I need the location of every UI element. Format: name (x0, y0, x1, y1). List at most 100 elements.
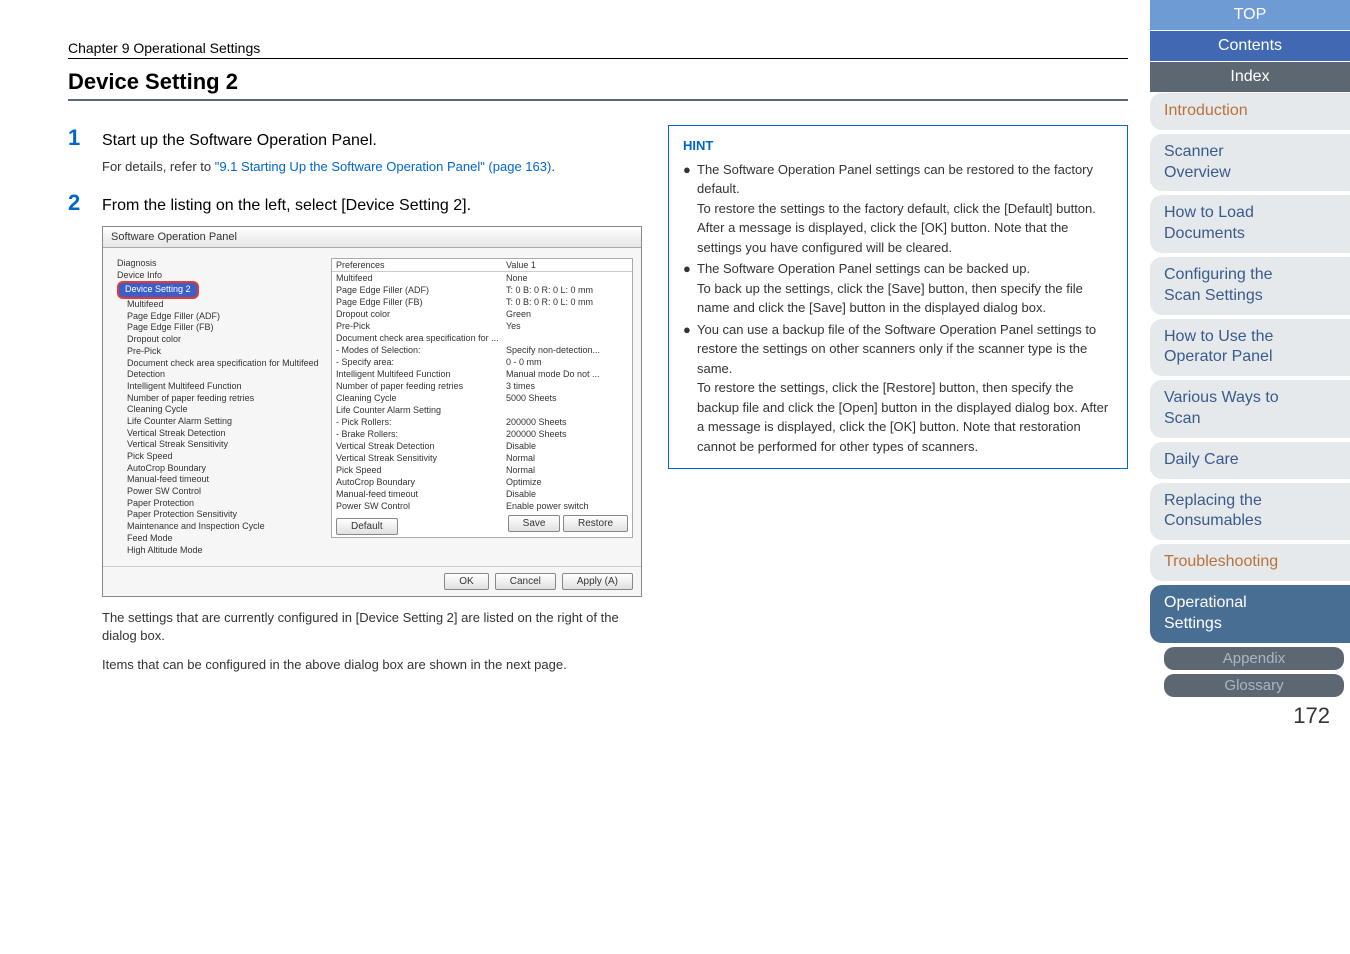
prefs-value: Normal (506, 465, 628, 475)
tree-item: Life Counter Alarm Setting (111, 416, 323, 428)
prefs-value: 5000 Sheets (506, 393, 628, 403)
page-number: 172 (1150, 703, 1350, 729)
prefs-row: MultifeedNone (332, 272, 632, 284)
ok-button[interactable]: OK (444, 573, 488, 590)
reference-link[interactable]: "9.1 Starting Up the Software Operation … (215, 159, 552, 174)
step-1-sub-suffix: . (551, 159, 555, 174)
prefs-value: Green (506, 309, 628, 319)
nav-appendix[interactable]: Appendix (1164, 647, 1344, 670)
prefs-name: Document check area specification for ..… (336, 333, 506, 343)
prefs-name: Vertical Streak Detection (336, 441, 506, 451)
tree-item-highlighted: Device Setting 2 (111, 281, 323, 299)
prefs-value: T: 0 B: 0 R: 0 L: 0 mm (506, 285, 628, 295)
tree-item: Paper Protection Sensitivity (111, 509, 323, 521)
hint-label: HINT (683, 136, 1113, 156)
prefs-value: Disable (506, 441, 628, 451)
prefs-row: Cleaning Cycle5000 Sheets (332, 392, 632, 404)
prefs-value: Disable (506, 489, 628, 499)
cancel-button[interactable]: Cancel (495, 573, 556, 590)
tree-item: Multifeed (111, 299, 323, 311)
step-text: Start up the Software Operation Panel. (102, 132, 377, 150)
prefs-name: - Specify area: (336, 357, 506, 367)
prefs-name: - Modes of Selection: (336, 345, 506, 355)
prefs-value (506, 405, 628, 415)
prefs-name: AutoCrop Boundary (336, 477, 506, 487)
dialog-screenshot: Software Operation Panel Diagnosis Devic… (102, 226, 642, 597)
nav-top[interactable]: TOP (1150, 0, 1350, 30)
nav-load-documents[interactable]: How to LoadDocuments (1150, 195, 1350, 253)
prefs-name: - Pick Rollers: (336, 417, 506, 427)
prefs-value (506, 333, 628, 343)
preferences-table: Preferences Value 1 MultifeedNonePage Ed… (331, 258, 633, 538)
prefs-name: Page Edge Filler (ADF) (336, 285, 506, 295)
step-1-sub-prefix: For details, refer to (102, 159, 215, 174)
prefs-row: Vertical Streak SensitivityNormal (332, 452, 632, 464)
divider-thick (68, 99, 1128, 101)
prefs-value: Normal (506, 453, 628, 463)
nav-introduction[interactable]: Introduction (1150, 93, 1350, 130)
prefs-value: Enable power switch (506, 501, 628, 511)
prefs-name: Number of paper feeding retries (336, 381, 506, 391)
prefs-name: Intelligent Multifeed Function (336, 369, 506, 379)
hint-text: The Software Operation Panel settings ca… (697, 259, 1113, 318)
nav-contents[interactable]: Contents (1150, 31, 1350, 61)
hint-text: You can use a backup file of the Softwar… (697, 320, 1113, 457)
tree-item: Cleaning Cycle (111, 404, 323, 416)
prefs-value: Manual mode Do not ... (506, 369, 628, 379)
nav-daily-care[interactable]: Daily Care (1150, 442, 1350, 479)
prefs-row: - Modes of Selection:Specify non-detecti… (332, 344, 632, 356)
prefs-row: Number of paper feeding retries3 times (332, 380, 632, 392)
step-text: From the listing on the left, select [De… (102, 197, 471, 215)
tree-highlight: Device Setting 2 (117, 281, 199, 299)
nav-replacing-consumables[interactable]: Replacing theConsumables (1150, 483, 1350, 541)
settings-tree: Diagnosis Device Info Device Setting 2 M… (111, 258, 331, 556)
nav-operator-panel[interactable]: How to Use theOperator Panel (1150, 319, 1350, 377)
nav-troubleshooting[interactable]: Troubleshooting (1150, 544, 1350, 581)
prefs-value: 200000 Sheets (506, 417, 628, 427)
prefs-row: AutoCrop BoundaryOptimize (332, 476, 632, 488)
prefs-value: None (506, 273, 628, 283)
post-note: Items that can be configured in the abov… (102, 656, 628, 674)
prefs-row: - Pick Rollers:200000 Sheets (332, 416, 632, 428)
prefs-row: Pre-PickYes (332, 320, 632, 332)
tree-item: Power SW Control (111, 486, 323, 498)
prefs-row: Dropout colorGreen (332, 308, 632, 320)
tree-item: AutoCrop Boundary (111, 463, 323, 475)
prefs-name: Cleaning Cycle (336, 393, 506, 403)
prefs-name: Pick Speed (336, 465, 506, 475)
default-button[interactable]: Default (336, 518, 398, 535)
post-note: The settings that are currently configur… (102, 609, 628, 645)
tree-item: Device Info (111, 270, 323, 282)
sidebar-nav: TOP Contents Index Introduction ScannerO… (1150, 0, 1350, 729)
prefs-name: - Brake Rollers: (336, 429, 506, 439)
save-button[interactable]: Save (508, 515, 561, 532)
tree-item: High Altitude Mode (111, 545, 323, 557)
nav-configuring-scan[interactable]: Configuring theScan Settings (1150, 257, 1350, 315)
prefs-value: 3 times (506, 381, 628, 391)
tree-item: Number of paper feeding retries (111, 393, 323, 405)
prefs-value: 200000 Sheets (506, 429, 628, 439)
restore-button[interactable]: Restore (563, 515, 628, 532)
prefs-row: Power SW ControlEnable power switch (332, 500, 632, 512)
prefs-name: Dropout color (336, 309, 506, 319)
apply-button[interactable]: Apply (A) (562, 573, 633, 590)
prefs-col-header: Value 1 (506, 260, 628, 270)
nav-ways-to-scan[interactable]: Various Ways toScan (1150, 380, 1350, 438)
bullet-icon: ● (683, 320, 697, 457)
prefs-row: Pick SpeedNormal (332, 464, 632, 476)
nav-glossary[interactable]: Glossary (1164, 674, 1344, 697)
tree-item: Page Edge Filler (FB) (111, 322, 323, 334)
prefs-name: Pre-Pick (336, 321, 506, 331)
prefs-value: Optimize (506, 477, 628, 487)
nav-operational-settings[interactable]: OperationalSettings (1150, 585, 1350, 643)
prefs-row: Intelligent Multifeed FunctionManual mod… (332, 368, 632, 380)
divider (68, 58, 1128, 59)
chapter-title: Chapter 9 Operational Settings (68, 40, 1128, 56)
tree-item: Vertical Streak Detection (111, 428, 323, 440)
prefs-name: Power SW Control (336, 501, 506, 511)
nav-scanner-overview[interactable]: ScannerOverview (1150, 134, 1350, 192)
tree-item: Pick Speed (111, 451, 323, 463)
step-1-detail: For details, refer to "9.1 Starting Up t… (102, 159, 628, 174)
nav-index[interactable]: Index (1150, 62, 1350, 92)
prefs-name: Manual-feed timeout (336, 489, 506, 499)
